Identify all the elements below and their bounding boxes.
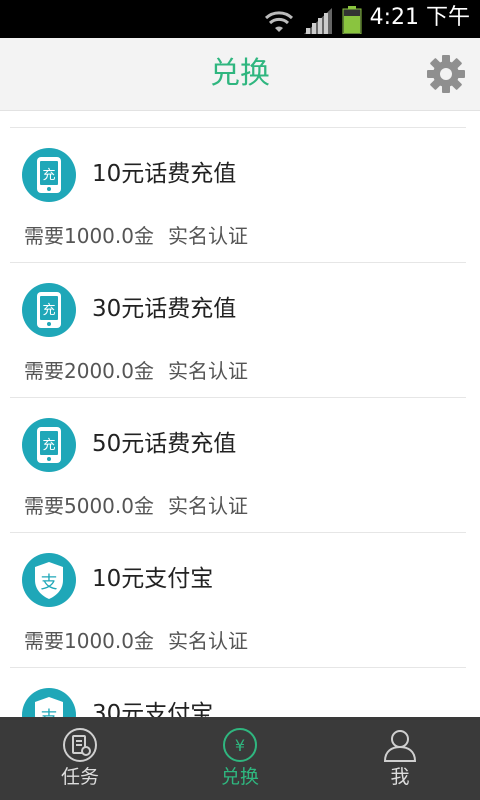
item-requirement: 实名认证 <box>167 629 248 653</box>
phone-recharge-icon: 充 <box>22 283 76 337</box>
item-meta: 需要1000.0金 实名认证 <box>24 222 248 250</box>
tab-exchange[interactable]: ¥ 兑换 <box>160 717 320 800</box>
status-time: 4:21 下午 <box>369 5 470 30</box>
profile-icon <box>383 730 417 762</box>
item-name: 30元话费充值 <box>92 296 237 322</box>
item-cost: 需要5000.0金 <box>24 494 154 518</box>
alipay-icon: 支 <box>22 688 76 717</box>
item-cost: 需要1000.0金 <box>24 224 154 248</box>
item-cost: 需要1000.0金 <box>24 629 154 653</box>
battery-icon <box>342 6 362 34</box>
item-requirement: 实名认证 <box>167 494 248 518</box>
task-icon <box>63 728 97 762</box>
svg-text:充: 充 <box>42 167 55 183</box>
item-name: 10元支付宝 <box>92 566 214 592</box>
svg-text:支: 支 <box>41 573 58 593</box>
status-icons <box>264 6 362 34</box>
tab-label: 兑换 <box>220 766 259 788</box>
bottom-nav: 任务 ¥ 兑换 我 <box>0 717 480 800</box>
list-item[interactable]: 支 10元支付宝 需要1000.0金 实名认证 <box>0 533 480 667</box>
item-name: 50元话费充值 <box>92 431 237 457</box>
phone-recharge-icon: 充 <box>22 148 76 202</box>
list-item[interactable]: 支 30元支付宝 <box>0 668 480 717</box>
item-meta: 需要1000.0金 实名认证 <box>24 627 248 655</box>
phone-recharge-icon: 充 <box>22 418 76 472</box>
list-item[interactable]: 充 30元话费充值 需要2000.0金 实名认证 <box>0 263 480 397</box>
signal-icon <box>304 8 332 34</box>
tab-tasks[interactable]: 任务 <box>0 717 160 800</box>
svg-text:¥: ¥ <box>235 736 245 755</box>
svg-text:充: 充 <box>42 437 55 453</box>
alipay-icon: 支 <box>22 553 76 607</box>
exchange-list[interactable]: 充 10元话费充值 需要1000.0金 实名认证 充 30元话费充值 需要2000… <box>0 111 480 717</box>
item-name: 30元支付宝 <box>92 701 214 717</box>
app-header: 兑换 <box>0 38 480 111</box>
list-item[interactable]: 充 50元话费充值 需要5000.0金 实名认证 <box>0 398 480 532</box>
tab-label: 任务 <box>60 766 99 788</box>
status-bar: 4:21 下午 <box>0 0 480 38</box>
gear-icon[interactable] <box>426 54 466 94</box>
svg-text:充: 充 <box>42 302 55 318</box>
item-name: 10元话费充值 <box>92 161 237 187</box>
list-item[interactable]: 充 10元话费充值 需要1000.0金 实名认证 <box>0 128 480 262</box>
item-requirement: 实名认证 <box>167 359 248 383</box>
exchange-icon: ¥ <box>223 728 257 762</box>
item-cost: 需要2000.0金 <box>24 359 154 383</box>
tab-label: 我 <box>390 766 410 788</box>
tab-profile[interactable]: 我 <box>320 717 480 800</box>
item-requirement: 实名认证 <box>167 224 248 248</box>
svg-text:支: 支 <box>41 708 58 717</box>
page-title: 兑换 <box>210 56 270 91</box>
item-meta: 需要2000.0金 实名认证 <box>24 357 248 385</box>
item-meta: 需要5000.0金 实名认证 <box>24 492 248 520</box>
wifi-icon <box>264 11 294 32</box>
